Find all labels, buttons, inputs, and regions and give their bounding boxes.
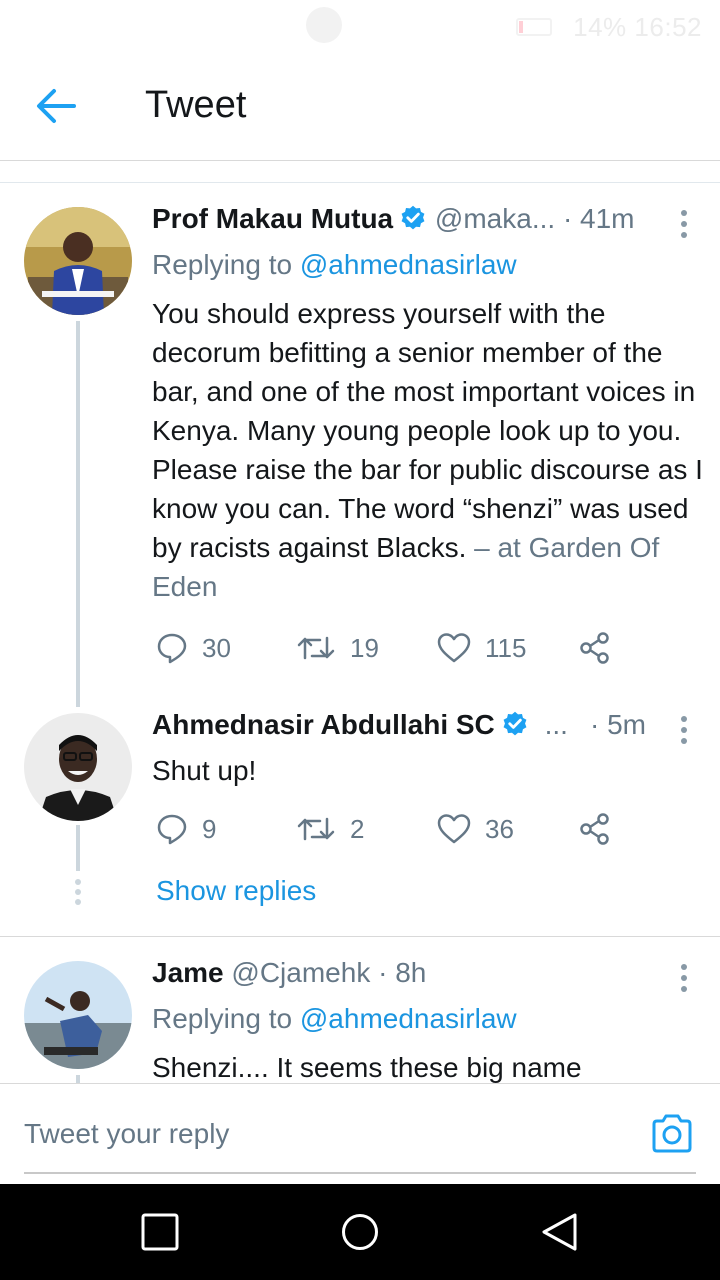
lock-icon: [306, 7, 342, 43]
verified-badge-icon: [503, 711, 527, 736]
tweet-time: · 8h: [378, 957, 427, 988]
verified-badge-icon: [401, 205, 425, 230]
battery-icon: [516, 18, 552, 36]
reply-button[interactable]: 9: [156, 811, 216, 847]
reply-composer: Tweet your reply: [0, 1083, 720, 1185]
replying-to: Replying to @ahmednasirlaw: [152, 1003, 517, 1034]
avatar[interactable]: [24, 961, 132, 1069]
system-nav-bar: [0, 1184, 720, 1280]
reply-input[interactable]: Tweet your reply: [24, 1118, 229, 1150]
tweet[interactable]: Jame @Cjamehk · 8h Replying to @ahmednas…: [0, 937, 720, 1083]
tweet[interactable]: Ahmednasir Abdullahi SC ... · 5m Shut up…: [0, 703, 720, 935]
retweet-count: 19: [350, 632, 379, 663]
author-handle: @maka...: [434, 203, 556, 234]
back-nav-icon[interactable]: [540, 1212, 580, 1252]
retweet-button[interactable]: 2: [296, 811, 364, 847]
reply-count: 30: [202, 632, 231, 663]
like-button[interactable]: 115: [437, 630, 526, 666]
retweet-icon: [297, 636, 335, 660]
recents-icon[interactable]: [140, 1212, 180, 1252]
retweet-button[interactable]: 19: [296, 630, 379, 666]
like-count: 36: [485, 813, 514, 844]
author-name[interactable]: Jame: [152, 957, 224, 988]
share-button[interactable]: [578, 811, 612, 847]
thread-connector: [76, 321, 80, 707]
tweet-actions: 9 2 36: [152, 811, 622, 847]
like-count: 115: [485, 632, 527, 663]
reply-icon: [157, 633, 187, 664]
back-arrow-icon[interactable]: [32, 86, 78, 126]
tweet-thread: Prof Makau Mutua @maka... · 41m Replying…: [0, 183, 720, 1083]
thread-connector: [76, 1075, 80, 1083]
more-vertical-icon[interactable]: [680, 209, 688, 239]
tweet-time: · 5m: [590, 709, 646, 740]
retweet-count: 2: [350, 813, 365, 844]
status-bar: 14% 16:52: [0, 0, 720, 50]
replying-to: Replying to @ahmednasirlaw: [152, 249, 517, 280]
camera-icon[interactable]: [650, 1112, 694, 1156]
mention-link[interactable]: @ahmednasirlaw: [300, 1003, 517, 1034]
reply-count: 9: [202, 813, 217, 844]
share-icon: [580, 813, 609, 845]
input-underline: [24, 1172, 696, 1174]
retweet-icon: [297, 817, 335, 841]
mention-link[interactable]: @ahmednasirlaw: [300, 249, 517, 280]
reply-icon: [157, 814, 187, 845]
page-title: Tweet: [145, 84, 247, 126]
tweet-text: Shut up!: [152, 755, 257, 786]
author-handle: ...: [544, 709, 568, 740]
avatar[interactable]: [24, 713, 132, 821]
reply-button[interactable]: 30: [156, 630, 231, 666]
author-name[interactable]: Prof Makau Mutua: [152, 203, 393, 234]
app-bar: Tweet: [0, 50, 720, 161]
tweet-text: You should express yourself with the dec…: [152, 298, 703, 602]
share-button[interactable]: [578, 630, 612, 666]
more-vertical-icon[interactable]: [680, 715, 688, 745]
like-icon: [437, 814, 471, 844]
more-vertical-icon[interactable]: [680, 963, 688, 993]
author-handle: @Cjamehk: [231, 957, 371, 988]
show-replies-link[interactable]: Show replies: [156, 875, 316, 907]
tweet-time: · 41m: [562, 203, 635, 234]
ellipsis-connector-icon: [75, 879, 81, 905]
like-icon: [437, 633, 471, 663]
author-name[interactable]: Ahmednasir Abdullahi SC: [152, 709, 495, 740]
tweet-text: Shenzi.... It seems these big name: [152, 1052, 582, 1083]
like-button[interactable]: 36: [437, 811, 514, 847]
clock: 16:52: [634, 12, 702, 42]
tweet-actions: 30 19 115: [152, 630, 622, 666]
tweet[interactable]: Prof Makau Mutua @maka... · 41m Replying…: [0, 183, 720, 707]
avatar[interactable]: [24, 207, 132, 315]
share-icon: [580, 632, 609, 664]
battery-percent: 14%: [573, 12, 627, 42]
home-icon[interactable]: [340, 1212, 380, 1252]
thread-connector: [76, 825, 80, 871]
